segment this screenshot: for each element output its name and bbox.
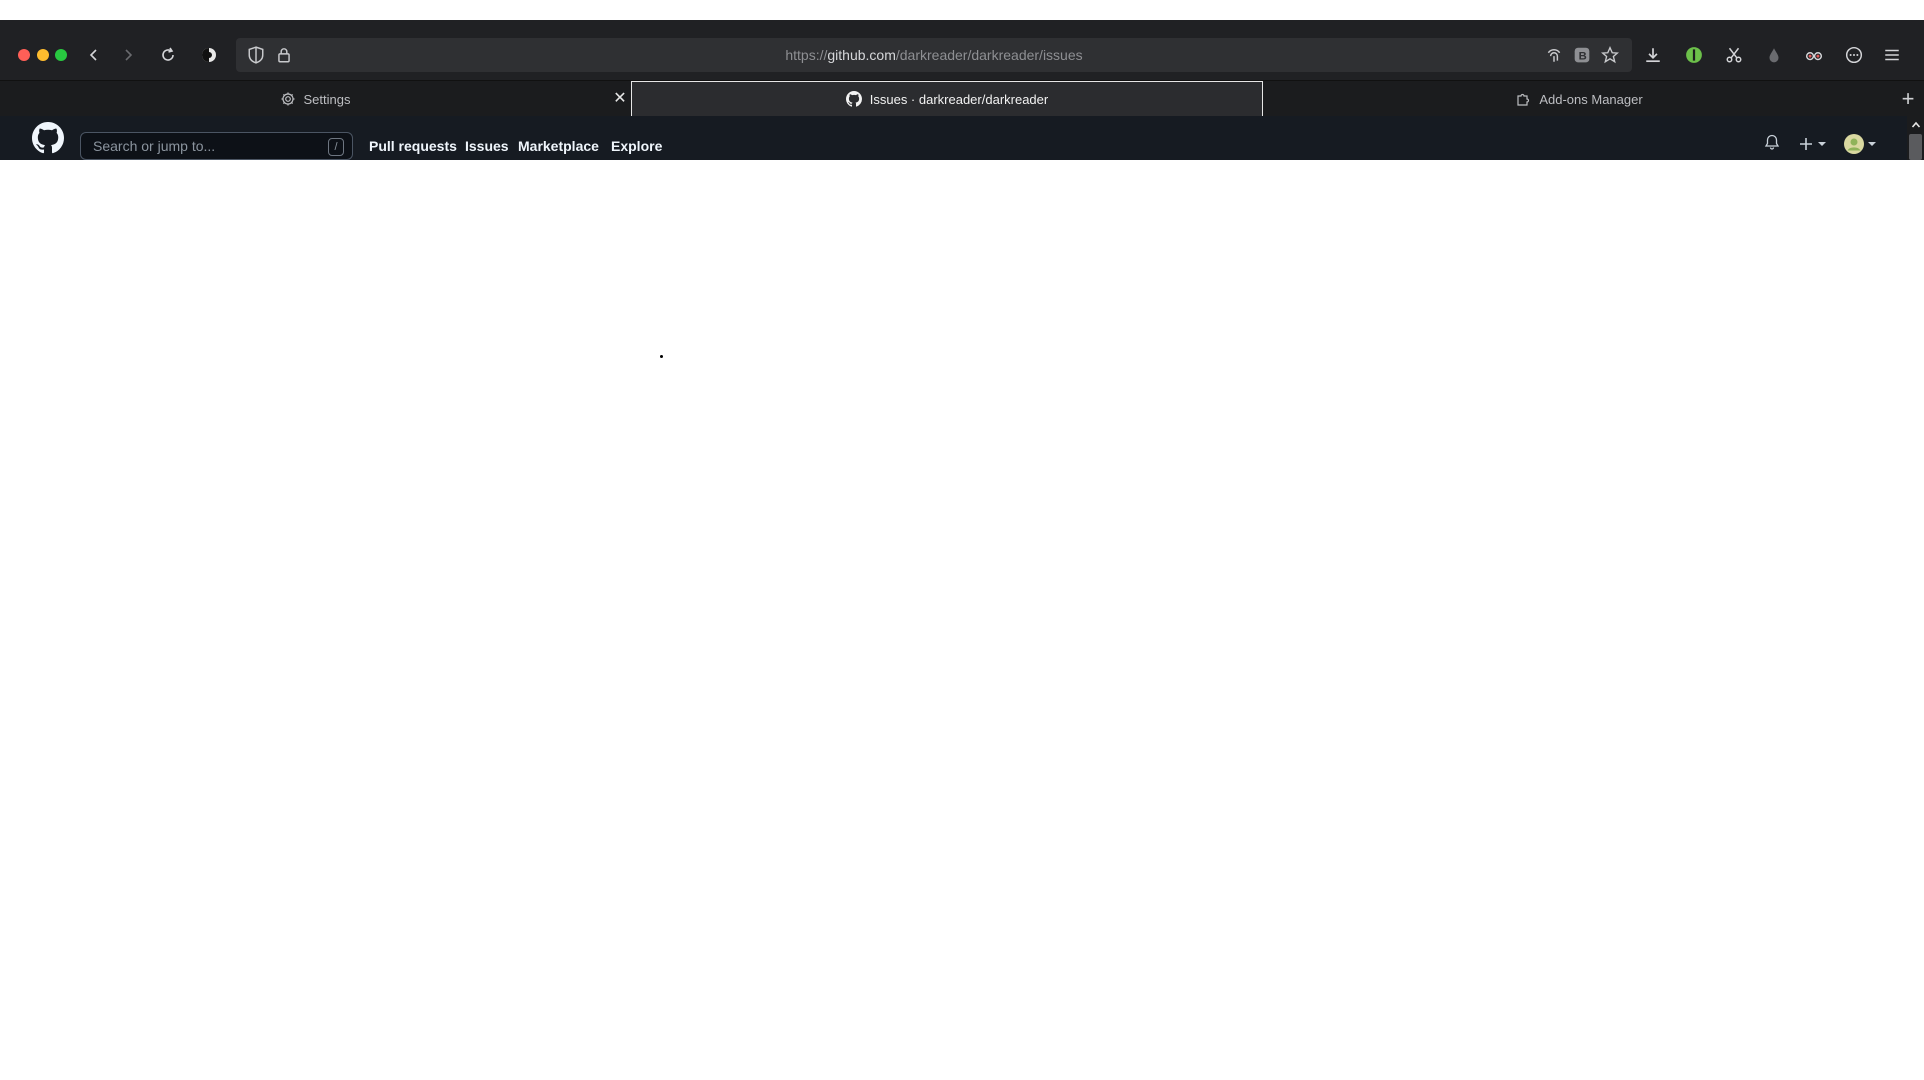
tab-label: Add-ons Manager <box>1539 91 1643 107</box>
bell-icon <box>1764 134 1780 150</box>
extension-glasses-icon[interactable] <box>1804 45 1824 65</box>
url-scheme: https:// <box>785 47 828 63</box>
chevron-down-icon <box>1868 142 1876 146</box>
fingerprint-icon[interactable] <box>1544 45 1564 65</box>
reload-icon <box>162 47 174 61</box>
nav-pull-requests[interactable]: Pull requests <box>369 138 457 154</box>
search-input[interactable] <box>81 133 352 159</box>
tab-issues[interactable]: Issues · darkreader/darkreader <box>631 81 1263 117</box>
header-actions <box>1764 130 1876 158</box>
reload-button[interactable] <box>156 44 180 66</box>
tab-label: Issues · darkreader/darkreader <box>869 91 1049 107</box>
gear-icon <box>281 92 294 106</box>
url-bar[interactable]: https://github.com/darkreader/darkreader… <box>236 38 1632 72</box>
forward-button[interactable] <box>116 44 140 66</box>
window-maximize-button[interactable] <box>55 49 67 61</box>
github-icon <box>845 91 862 107</box>
nav-issues[interactable]: Issues <box>465 138 509 154</box>
back-button[interactable] <box>82 44 106 66</box>
dark-mode-extension-button[interactable] <box>197 44 221 66</box>
url-text: https://github.com/darkreader/darkreader… <box>236 47 1632 63</box>
bookmark-star-icon[interactable] <box>1600 45 1620 65</box>
nav-explore[interactable]: Explore <box>611 138 662 154</box>
window-close-button[interactable] <box>18 49 30 61</box>
bitwarden-icon[interactable]: B <box>1572 45 1592 65</box>
chevron-left-icon <box>89 49 97 61</box>
downloads-icon[interactable] <box>1643 45 1663 65</box>
chevron-down-icon <box>1818 142 1826 146</box>
svg-text:B: B <box>1579 51 1587 63</box>
nav-marketplace[interactable]: Marketplace <box>518 138 599 154</box>
search-box[interactable]: / <box>80 132 353 160</box>
tab-settings[interactable]: Settings <box>0 81 630 117</box>
search-shortcut-key: / <box>328 138 344 156</box>
github-header: / Pull requests Issues Marketplace Explo… <box>0 116 1924 160</box>
mouse-cursor-dot <box>660 355 663 358</box>
notifications-button[interactable] <box>1764 134 1780 155</box>
window-minimize-button[interactable] <box>37 49 49 61</box>
chevron-right-icon <box>125 49 133 61</box>
url-host: github.com <box>827 47 896 63</box>
url-path: /darkreader/darkreader/issues <box>895 47 1083 63</box>
extension-green-icon[interactable] <box>1684 45 1704 65</box>
tab-close-button[interactable]: ✕ <box>611 89 629 107</box>
scrollbar[interactable] <box>1907 116 1924 160</box>
tab-addons-manager[interactable]: Add-ons Manager <box>1264 81 1894 117</box>
user-menu-button[interactable] <box>1844 134 1876 154</box>
scroll-up-arrow-icon[interactable] <box>1907 118 1924 132</box>
page-body <box>0 160 1924 1080</box>
tab-label: Settings <box>303 91 351 107</box>
create-new-button[interactable] <box>1798 136 1826 152</box>
new-tab-button[interactable]: + <box>1897 88 1919 110</box>
more-extensions-icon[interactable] <box>1844 45 1864 65</box>
puzzle-icon <box>1517 93 1530 106</box>
menu-icon[interactable] <box>1882 45 1902 65</box>
extension-drop-icon[interactable] <box>1764 45 1784 65</box>
extension-scissors-icon[interactable] <box>1724 45 1744 65</box>
screen: https://github.com/darkreader/darkreader… <box>0 0 1924 1080</box>
scrollbar-thumb[interactable] <box>1909 134 1922 160</box>
github-logo-icon[interactable] <box>32 122 64 154</box>
avatar <box>1844 134 1864 154</box>
tab-strip: Settings ✕ Issues · darkreader/darkreade… <box>0 80 1924 117</box>
dark-reader-icon <box>202 48 216 62</box>
plus-icon <box>1800 138 1812 150</box>
